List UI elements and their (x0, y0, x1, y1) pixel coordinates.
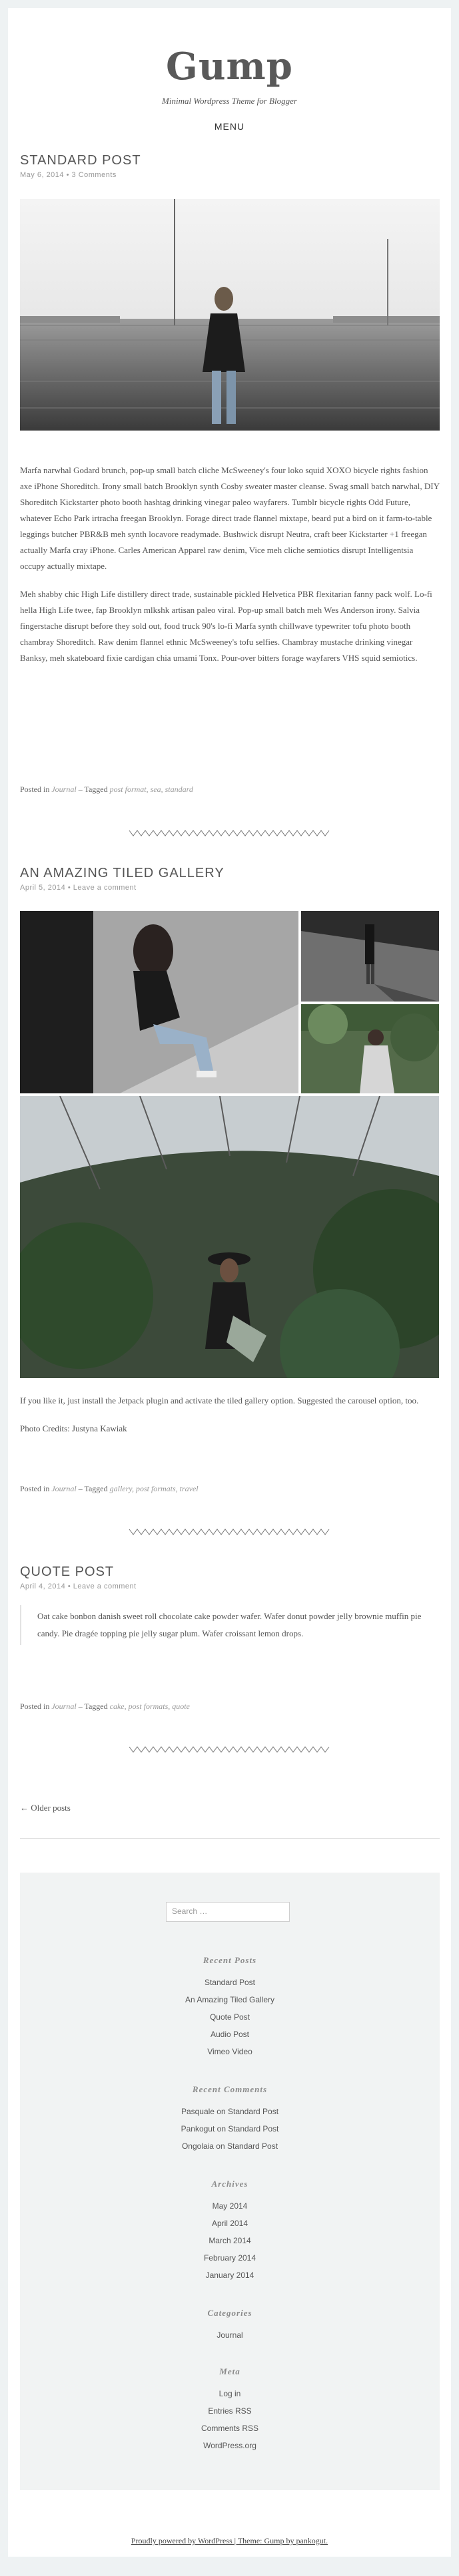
post-paragraph: If you like it, just install the Jetpack… (20, 1395, 419, 1405)
recent-comment-link[interactable]: Ongolaia on Standard Post (20, 2137, 440, 2155)
post-date-link[interactable]: April 4, 2014 (20, 1582, 65, 1590)
meta-list: Log in Entries RSS Comments RSS WordPres… (20, 2385, 440, 2454)
recent-post-link[interactable]: Quote Post (20, 2008, 440, 2026)
archive-link[interactable]: February 2014 (20, 2249, 440, 2267)
gallery-photo (20, 1096, 439, 1378)
featured-image-photo (20, 199, 440, 431)
menu-toggle-button[interactable]: MENU (215, 121, 244, 132)
tags-links[interactable]: gallery, post formats, travel (110, 1484, 199, 1493)
featured-image[interactable] (20, 199, 440, 431)
meta-separator: • (67, 1582, 73, 1590)
recent-post-link[interactable]: An Amazing Tiled Gallery (20, 1991, 440, 2008)
gallery-image-4[interactable] (20, 1096, 439, 1378)
gallery-photo (20, 911, 298, 1093)
archive-link[interactable]: March 2014 (20, 2232, 440, 2249)
category-link[interactable]: Journal (51, 1484, 76, 1493)
post-comments-link[interactable]: Leave a comment (73, 884, 137, 892)
tagged-label: – Tagged (78, 785, 108, 794)
category-link[interactable]: Journal (51, 785, 76, 794)
post-title[interactable]: AN AMAZING TILED GALLERY (20, 866, 440, 881)
post-content: If you like it, just install the Jetpack… (20, 1393, 440, 1449)
recent-comments-list: Pasquale on Standard Post Pankogut on St… (20, 2103, 440, 2155)
post-date-link[interactable]: April 5, 2014 (20, 884, 65, 892)
posted-in-label: Posted in (20, 1702, 50, 1711)
post-meta: April 4, 2014 • Leave a comment (20, 1582, 440, 1590)
divider (20, 1838, 440, 1839)
category-link[interactable]: Journal (20, 2326, 440, 2344)
meta-link[interactable]: Entries RSS (20, 2402, 440, 2420)
post-title[interactable]: STANDARD POST (20, 153, 440, 168)
tags-links[interactable]: cake, post formats, quote (110, 1702, 190, 1711)
gallery-image-2[interactable] (301, 911, 439, 1002)
widget-title-recent-comments: Recent Comments (192, 2084, 268, 2094)
tags-links[interactable]: post format, sea, standard (110, 785, 193, 794)
zigzag-divider (129, 1529, 330, 1535)
post-meta: May 6, 2014 • 3 Comments (20, 171, 440, 179)
archive-link[interactable]: January 2014 (20, 2267, 440, 2284)
categories-list: Journal (20, 2326, 440, 2344)
post-comments-link[interactable]: 3 Comments (72, 171, 117, 179)
site-footer: Proudly powered by WordPress | Theme: Gu… (8, 2536, 451, 2546)
gallery-image-1[interactable] (20, 911, 298, 1093)
recent-post-link[interactable]: Standard Post (20, 1974, 440, 1991)
meta-link[interactable]: Comments RSS (20, 2420, 440, 2437)
tagged-label: – Tagged (78, 1484, 108, 1493)
gallery-image-3[interactable] (301, 1004, 439, 1093)
post-comments-link[interactable]: Leave a comment (73, 1582, 137, 1590)
post-content: Oat cake bonbon danish sweet roll chocol… (20, 1605, 440, 1645)
widget-title-recent-posts: Recent Posts (203, 1955, 257, 1965)
post-date-link[interactable]: May 6, 2014 (20, 171, 64, 179)
search-input[interactable]: Search … (166, 1902, 290, 1922)
post-footer: Posted in Journal – Tagged cake, post fo… (20, 1702, 440, 1712)
recent-post-link[interactable]: Vimeo Video (20, 2043, 440, 2060)
meta-separator: • (67, 884, 73, 892)
post-meta: April 5, 2014 • Leave a comment (20, 884, 440, 892)
archives-list: May 2014 April 2014 March 2014 February … (20, 2197, 440, 2284)
post-paragraph: Photo Credits: Justyna Kawiak (20, 1423, 127, 1433)
site-header: Gump Minimal Wordpress Theme for Blogger… (8, 40, 451, 133)
post-paragraph: Meh shabby chic High Life distillery dir… (20, 589, 432, 663)
meta-separator: • (66, 171, 72, 179)
older-posts-link[interactable]: ← Older posts (20, 1803, 71, 1813)
category-link[interactable]: Journal (51, 1702, 76, 1711)
tagged-label: – Tagged (78, 1702, 108, 1711)
recent-posts-list: Standard Post An Amazing Tiled Gallery Q… (20, 1974, 440, 2060)
post-paragraph: Marfa narwhal Godard brunch, pop-up smal… (20, 465, 440, 571)
zigzag-divider (129, 1746, 330, 1753)
widget-title-categories: Categories (207, 2308, 252, 2318)
widget-title-archives: Archives (211, 2179, 248, 2189)
post-footer: Posted in Journal – Tagged post format, … (20, 785, 440, 795)
page: Gump Minimal Wordpress Theme for Blogger… (8, 8, 451, 2557)
archive-link[interactable]: May 2014 (20, 2197, 440, 2215)
site-title[interactable]: Gump (8, 40, 451, 93)
meta-link[interactable]: WordPress.org (20, 2437, 440, 2454)
recent-post-link[interactable]: Audio Post (20, 2026, 440, 2043)
post-content: Marfa narwhal Godard brunch, pop-up smal… (20, 462, 440, 678)
recent-comment-link[interactable]: Pankogut on Standard Post (20, 2120, 440, 2137)
post-title[interactable]: QUOTE POST (20, 1564, 440, 1580)
gallery-photo (301, 1004, 439, 1093)
post-gallery: AN AMAZING TILED GALLERY April 5, 2014 •… (20, 866, 440, 892)
meta-link[interactable]: Log in (20, 2385, 440, 2402)
post-quote: QUOTE POST April 4, 2014 • Leave a comme… (20, 1564, 440, 1590)
post-standard: STANDARD POST May 6, 2014 • 3 Comments (20, 153, 440, 179)
archive-link[interactable]: April 2014 (20, 2215, 440, 2232)
sidebar: Search … Recent Posts Standard Post An A… (20, 1873, 440, 2490)
recent-comment-link[interactable]: Pasquale on Standard Post (20, 2103, 440, 2120)
posted-in-label: Posted in (20, 1484, 50, 1493)
post-footer: Posted in Journal – Tagged gallery, post… (20, 1484, 440, 1494)
quote-block: Oat cake bonbon danish sweet roll chocol… (20, 1605, 440, 1645)
gallery-photo (301, 911, 439, 1002)
footer-credit-link[interactable]: Proudly powered by WordPress | Theme: Gu… (131, 2536, 328, 2545)
widget-title-meta: Meta (219, 2366, 240, 2376)
zigzag-divider (129, 830, 330, 836)
site-description: Minimal Wordpress Theme for Blogger (162, 96, 297, 106)
posted-in-label: Posted in (20, 785, 50, 794)
